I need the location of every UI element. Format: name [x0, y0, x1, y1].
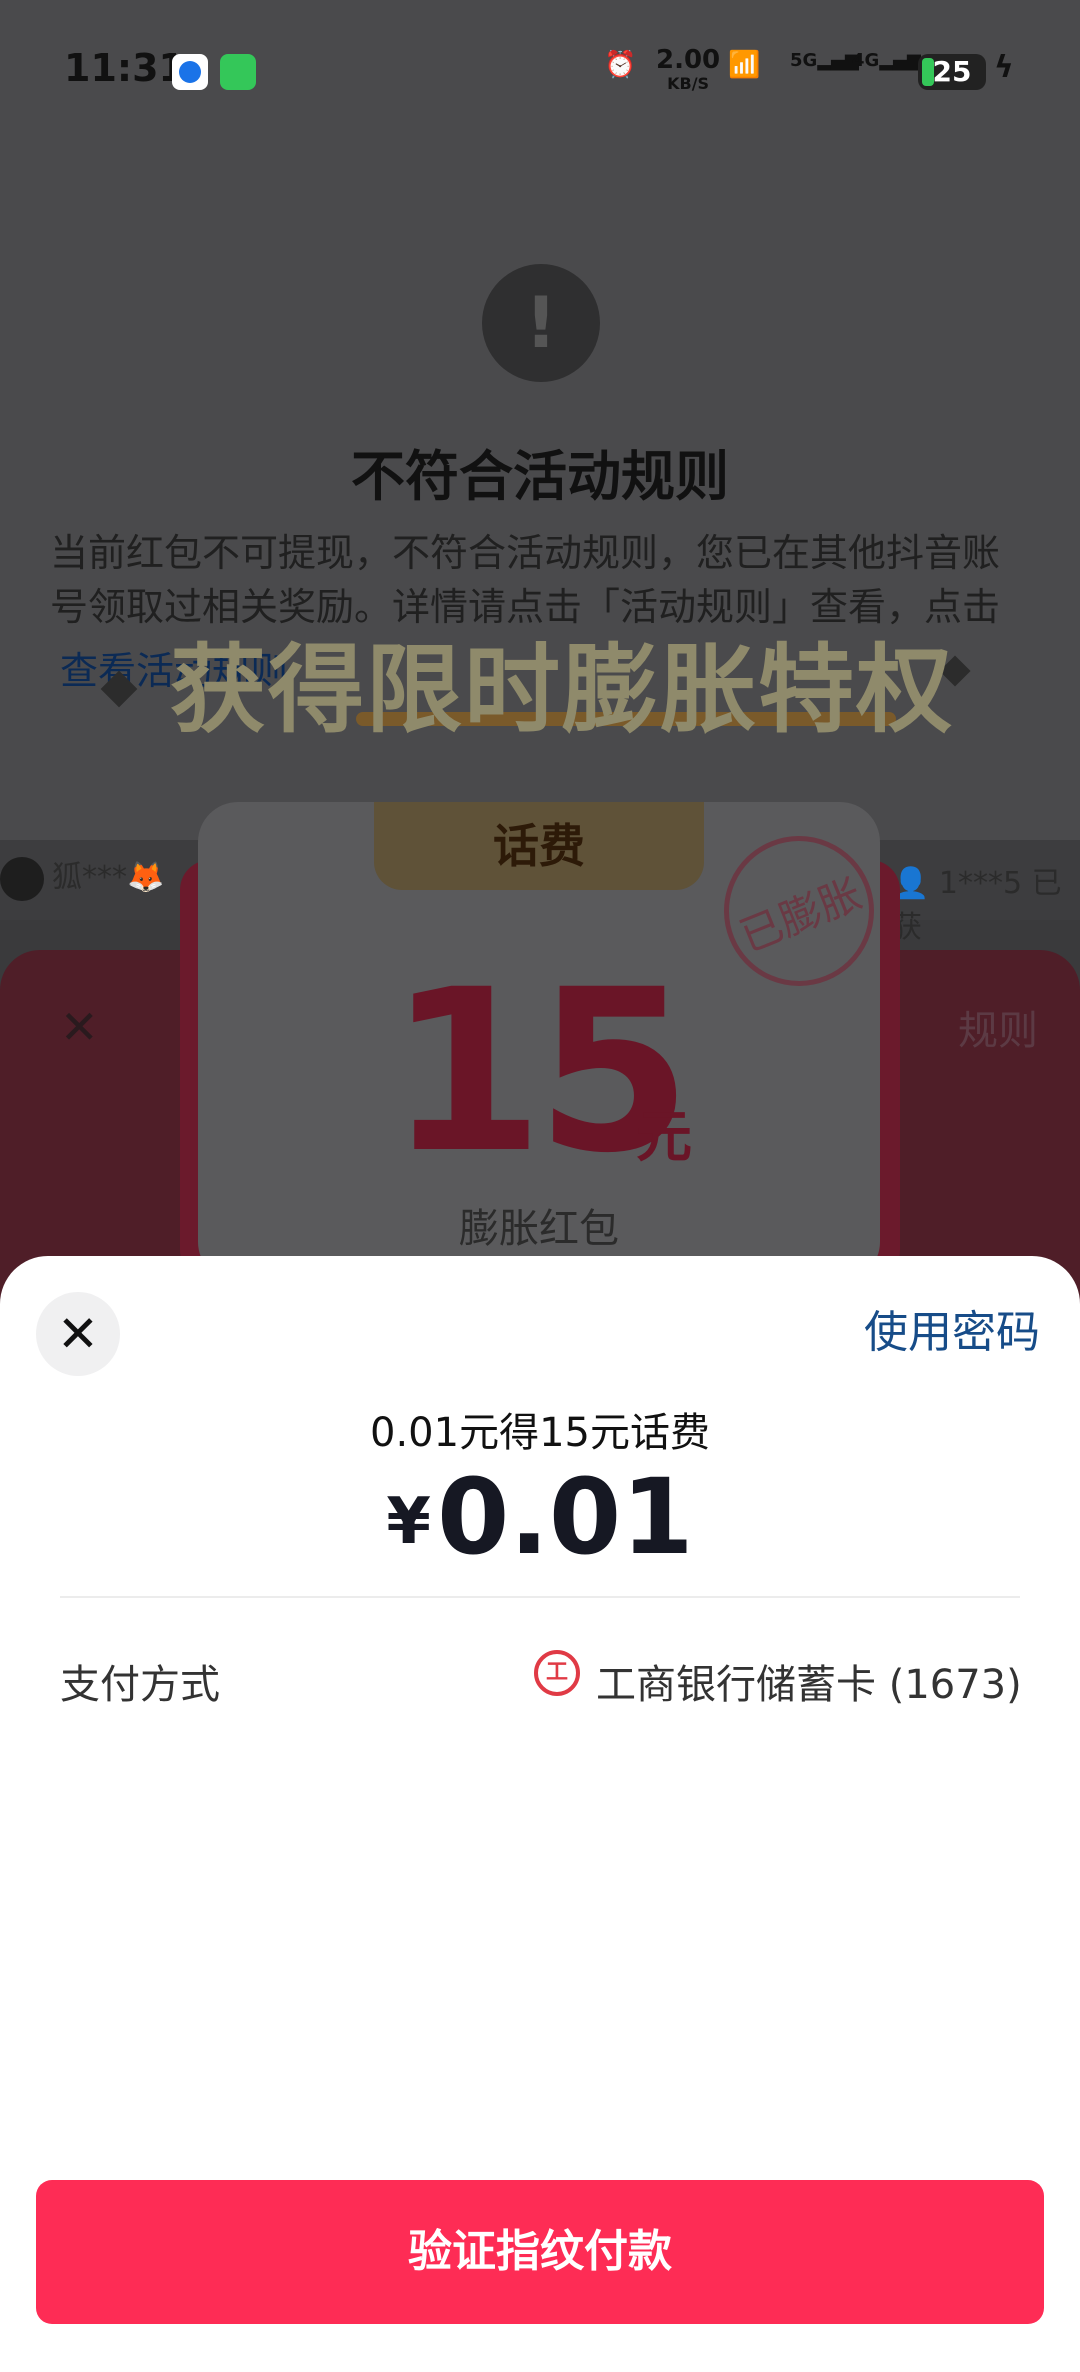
wifi-icon: 📶: [728, 50, 761, 80]
coupon-tab-label: 话费: [493, 819, 585, 873]
coupon-subtitle: 膨胀红包: [459, 1206, 619, 1252]
avatar: [0, 856, 44, 901]
net-speed-unit: KB/S: [667, 74, 710, 93]
ticker-user: 狐***🦊: [52, 860, 165, 895]
payment-method-label: 支付方式: [60, 1662, 220, 1708]
dialog-title: 不符合活动规则: [351, 445, 729, 508]
sim1-label: 5G: [790, 50, 818, 71]
currency-symbol: ¥: [386, 1485, 431, 1559]
use-password-link[interactable]: 使用密码: [864, 1296, 1040, 1360]
close-button[interactable]: ✕: [36, 1292, 120, 1376]
alarm-icon: ⏰: [604, 50, 637, 80]
messages-icon: [220, 54, 256, 90]
payment-description: 0.01元得15元话费: [370, 1410, 710, 1456]
sim2-label: 4G: [852, 50, 880, 71]
promo-title: 获得限时膨胀特权: [170, 634, 954, 746]
icbc-bank-icon: 工: [534, 1650, 580, 1696]
net-speed: 2.00 KB/S: [656, 45, 721, 96]
charging-icon: ϟ: [994, 50, 1014, 85]
notification-app-icon: [172, 54, 208, 90]
signal-sim2: 4G▂▄▆: [852, 50, 921, 71]
ticker-user-right: 1***5 已获: [892, 866, 1062, 945]
payment-amount: ¥0.01: [0, 1456, 1080, 1578]
coupon-unit: 元: [636, 1105, 692, 1170]
battery-indicator: 25: [918, 54, 986, 90]
ticker-item: 狐***🦊: [0, 852, 164, 908]
signal-sim1: 5G▂▄▆: [790, 50, 859, 71]
status-time: 11:31: [64, 46, 185, 90]
net-speed-value: 2.00: [656, 45, 721, 75]
status-bar: 11:31 ⏰ 2.00 KB/S 📶 5G▂▄▆ 4G▂▄▆ 25 ϟ: [0, 0, 1080, 140]
warning-icon: !: [482, 264, 600, 382]
ticker-item-right: 👤 1***5 已获: [892, 866, 1062, 945]
divider: [60, 1596, 1020, 1598]
payment-method-selector[interactable]: 工商银行储蓄卡 (1673): [596, 1652, 1022, 1710]
panel-close-icon[interactable]: ✕: [60, 1000, 99, 1054]
price-value: 0.01: [436, 1456, 694, 1578]
rules-link[interactable]: 规则: [958, 998, 1038, 1056]
fingerprint-pay-button[interactable]: 验证指纹付款: [36, 2180, 1044, 2324]
